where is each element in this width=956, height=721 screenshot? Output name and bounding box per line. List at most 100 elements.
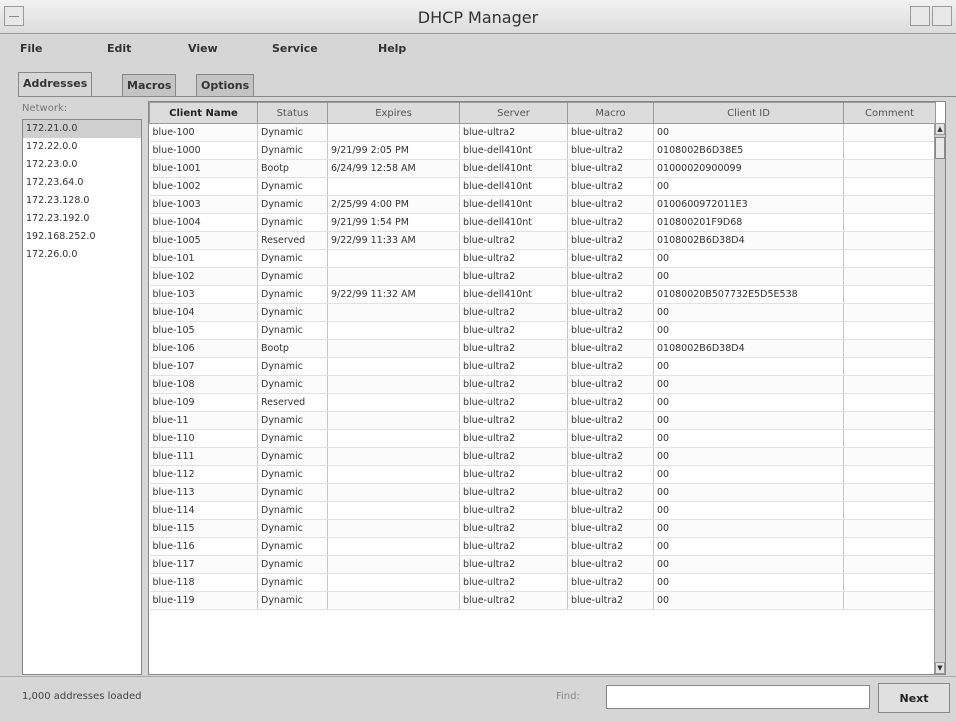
cell-server: blue-ultra2 xyxy=(459,303,568,322)
table-row[interactable]: blue-11 Dynamic blue-ultra2 blue-ultra2 00 xyxy=(149,411,936,430)
cell-client-name: blue-1001 xyxy=(149,159,258,178)
column-header-expires[interactable]: Expires xyxy=(327,102,460,124)
table-row[interactable]: blue-112 Dynamic blue-ultra2 blue-ultra2 00 xyxy=(149,465,936,484)
column-header-client-id[interactable]: Client ID xyxy=(653,102,844,124)
table-row[interactable]: blue-113 Dynamic blue-ultra2 blue-ultra2 00 xyxy=(149,483,936,502)
cell-expires xyxy=(327,573,460,592)
cell-comment xyxy=(843,285,936,304)
table-row[interactable]: blue-115 Dynamic blue-ultra2 blue-ultra2 00 xyxy=(149,519,936,538)
tab-options[interactable]: Options xyxy=(196,74,255,96)
cell-server: blue-ultra2 xyxy=(459,501,568,520)
address-table[interactable]: Client Name Status Expires Server Macro … xyxy=(148,101,946,675)
find-input[interactable] xyxy=(606,685,870,709)
cell-client-name: blue-110 xyxy=(149,429,258,448)
table-row[interactable]: blue-116 Dynamic blue-ultra2 blue-ultra2 00 xyxy=(149,537,936,556)
network-item[interactable]: 172.23.192.0 xyxy=(23,210,141,228)
table-row[interactable]: blue-1005 Reserved 9/22/99 11:33 AM blue-ul… xyxy=(149,231,936,250)
scroll-up-arrow-icon[interactable]: ▲ xyxy=(935,123,945,135)
cell-status: Dynamic xyxy=(257,285,328,304)
cell-client-id: 00 xyxy=(653,249,844,268)
table-row[interactable]: blue-118 Dynamic blue-ultra2 blue-ultra2 00 xyxy=(149,573,936,592)
network-item[interactable]: 192.168.252.0 xyxy=(23,228,141,246)
column-header-client-name[interactable]: Client Name xyxy=(149,102,258,124)
menu-help[interactable]: Help xyxy=(378,42,406,55)
cell-expires xyxy=(327,447,460,466)
table-row[interactable]: blue-104 Dynamic blue-ultra2 blue-ultra2 00 xyxy=(149,303,936,322)
cell-macro: blue-ultra2 xyxy=(567,447,654,466)
cell-comment xyxy=(843,303,936,322)
cell-server: blue-ultra2 xyxy=(459,573,568,592)
cell-client-name: blue-115 xyxy=(149,519,258,538)
cell-expires xyxy=(327,411,460,430)
vertical-scrollbar[interactable]: ▲ ▼ xyxy=(934,123,945,674)
table-row[interactable]: blue-1002 Dynamic blue-dell410nt blue-ultra… xyxy=(149,177,936,196)
cell-status: Dynamic xyxy=(257,357,328,376)
cell-client-id: 0100600972011E3 xyxy=(653,195,844,214)
cell-client-id: 00 xyxy=(653,501,844,520)
menu-edit[interactable]: Edit xyxy=(107,42,131,55)
table-row[interactable]: blue-111 Dynamic blue-ultra2 blue-ultra2 00 xyxy=(149,447,936,466)
cell-comment xyxy=(843,159,936,178)
menu-view[interactable]: View xyxy=(188,42,218,55)
table-row[interactable]: blue-110 Dynamic blue-ultra2 blue-ultra2 00 xyxy=(149,429,936,448)
table-row[interactable]: blue-1001 Bootp 6/24/99 12:58 AM blue-dell4… xyxy=(149,159,936,178)
table-row[interactable]: blue-1003 Dynamic 2/25/99 4:00 PM blue-dell… xyxy=(149,195,936,214)
column-header-comment[interactable]: Comment xyxy=(843,102,936,124)
cell-expires: 6/24/99 12:58 AM xyxy=(327,159,460,178)
column-header-server[interactable]: Server xyxy=(459,102,568,124)
network-item[interactable]: 172.26.0.0 xyxy=(23,246,141,264)
network-item[interactable]: 172.22.0.0 xyxy=(23,138,141,156)
cell-macro: blue-ultra2 xyxy=(567,321,654,340)
cell-status: Dynamic xyxy=(257,429,328,448)
table-row[interactable]: blue-102 Dynamic blue-ultra2 blue-ultra2 00 xyxy=(149,267,936,286)
table-row[interactable]: blue-117 Dynamic blue-ultra2 blue-ultra2 00 xyxy=(149,555,936,574)
cell-status: Dynamic xyxy=(257,447,328,466)
tab-addresses[interactable]: Addresses xyxy=(18,72,93,96)
network-list[interactable]: 172.21.0.0 172.22.0.0 172.23.0.0 172.23.64.… xyxy=(22,119,142,675)
network-item[interactable]: 172.21.0.0 xyxy=(23,120,141,138)
cell-macro: blue-ultra2 xyxy=(567,141,654,160)
scrollbar-thumb[interactable] xyxy=(935,137,945,159)
cell-client-name: blue-112 xyxy=(149,465,258,484)
network-item[interactable]: 172.23.128.0 xyxy=(23,192,141,210)
table-row[interactable]: blue-101 Dynamic blue-ultra2 blue-ultra2 00 xyxy=(149,249,936,268)
table-row[interactable]: blue-114 Dynamic blue-ultra2 blue-ultra2 00 xyxy=(149,501,936,520)
scroll-down-arrow-icon[interactable]: ▼ xyxy=(935,662,945,674)
next-button[interactable]: Next xyxy=(878,683,950,713)
column-header-status[interactable]: Status xyxy=(257,102,328,124)
menu-file[interactable]: File xyxy=(20,42,43,55)
network-item[interactable]: 172.23.64.0 xyxy=(23,174,141,192)
minimize-icon[interactable] xyxy=(910,6,930,26)
table-row[interactable]: blue-1004 Dynamic 9/21/99 1:54 PM blue-dell… xyxy=(149,213,936,232)
cell-macro: blue-ultra2 xyxy=(567,195,654,214)
table-row[interactable]: blue-119 Dynamic blue-ultra2 blue-ultra2 00 xyxy=(149,591,936,610)
cell-server: blue-ultra2 xyxy=(459,537,568,556)
network-item[interactable]: 172.23.0.0 xyxy=(23,156,141,174)
cell-client-name: blue-105 xyxy=(149,321,258,340)
column-header-macro[interactable]: Macro xyxy=(567,102,654,124)
window-title: DHCP Manager xyxy=(417,8,539,27)
table-row[interactable]: blue-106 Bootp blue-ultra2 blue-ultra2 01080… xyxy=(149,339,936,358)
cell-expires: 9/21/99 1:54 PM xyxy=(327,213,460,232)
table-row[interactable]: blue-109 Reserved blue-ultra2 blue-ultra2 00 xyxy=(149,393,936,412)
cell-client-id: 00 xyxy=(653,447,844,466)
cell-status: Reserved xyxy=(257,393,328,412)
cell-server: blue-ultra2 xyxy=(459,555,568,574)
table-row[interactable]: blue-100 Dynamic blue-ultra2 blue-ultra2 00 xyxy=(149,123,936,142)
tab-macros[interactable]: Macros xyxy=(122,74,177,96)
table-row[interactable]: blue-108 Dynamic blue-ultra2 blue-ultra2 00 xyxy=(149,375,936,394)
cell-expires xyxy=(327,519,460,538)
cell-macro: blue-ultra2 xyxy=(567,177,654,196)
cell-macro: blue-ultra2 xyxy=(567,213,654,232)
cell-client-id: 00 xyxy=(653,177,844,196)
cell-client-name: blue-114 xyxy=(149,501,258,520)
cell-client-name: blue-1005 xyxy=(149,231,258,250)
cell-comment xyxy=(843,573,936,592)
table-row[interactable]: blue-107 Dynamic blue-ultra2 blue-ultra2 00 xyxy=(149,357,936,376)
menu-service[interactable]: Service xyxy=(272,42,318,55)
table-row[interactable]: blue-103 Dynamic 9/22/99 11:32 AM blue-dell… xyxy=(149,285,936,304)
table-row[interactable]: blue-105 Dynamic blue-ultra2 blue-ultra2 00 xyxy=(149,321,936,340)
table-row[interactable]: blue-1000 Dynamic 9/21/99 2:05 PM blue-dell… xyxy=(149,141,936,160)
cell-client-id: 01080020B507732E5D5E538 xyxy=(653,285,844,304)
maximize-icon[interactable] xyxy=(932,6,952,26)
